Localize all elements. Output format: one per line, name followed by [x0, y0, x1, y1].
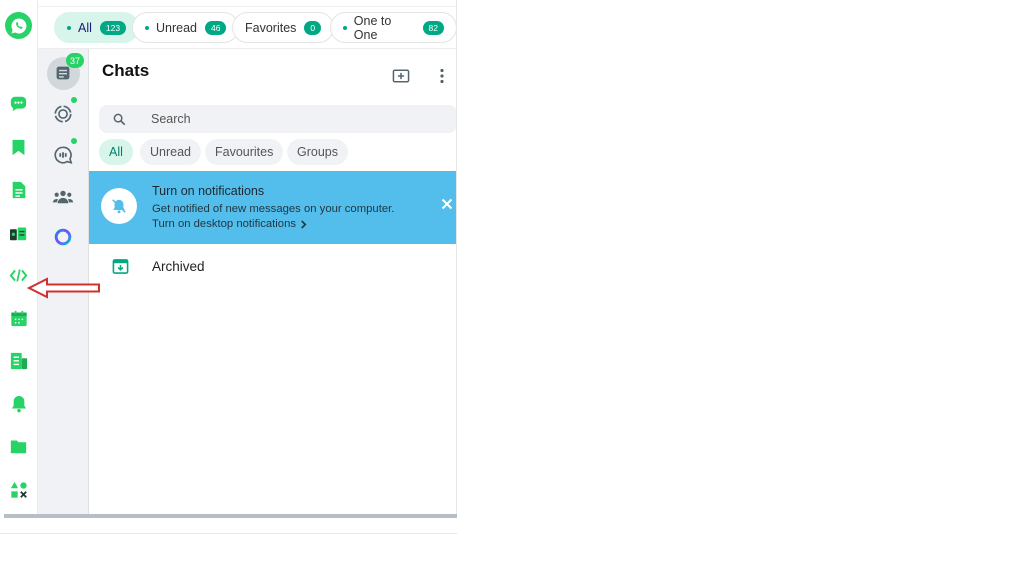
notification-link-label: Turn on desktop notifications	[152, 218, 297, 230]
filter-pill-count: 82	[422, 20, 444, 35]
chip-all[interactable]: All	[99, 139, 133, 165]
window-right-edge	[456, 0, 457, 515]
filter-dot	[145, 25, 149, 30]
archived-label: Archived	[152, 259, 205, 274]
new-chat-icon[interactable]	[391, 66, 411, 86]
shapes-icon[interactable]	[9, 480, 28, 499]
chat-bubble-icon[interactable]	[9, 94, 28, 113]
bell-off-icon	[101, 188, 137, 224]
document-icon[interactable]	[9, 180, 28, 199]
channels-icon[interactable]	[50, 142, 76, 168]
whatsapp-window: All 123 Unread 46 Favorites 0 One to One…	[0, 0, 457, 515]
bookmark-icon[interactable]	[9, 138, 28, 157]
communities-icon[interactable]	[50, 184, 76, 210]
filter-pill-count: 123	[99, 20, 127, 35]
filter-dot	[67, 25, 71, 30]
broadcast-icon[interactable]	[9, 224, 28, 243]
top-filter-bar: All 123 Unread 46 Favorites 0 One to One…	[38, 0, 457, 49]
report-icon[interactable]	[9, 351, 28, 370]
filter-pill-one-to-one[interactable]: One to One 82	[330, 12, 457, 43]
meta-ai-icon[interactable]	[50, 224, 76, 250]
chevron-right-icon	[301, 219, 307, 229]
status-new-dot	[71, 97, 77, 103]
left-rail	[0, 0, 38, 515]
filter-pill-label: All	[78, 20, 92, 35]
search-input[interactable]	[151, 112, 431, 126]
search-bar	[99, 105, 457, 133]
filter-pill-count: 0	[304, 20, 322, 35]
status-icon[interactable]	[50, 101, 76, 127]
archive-icon	[111, 257, 129, 275]
window-bottom-shadow	[4, 514, 457, 518]
bell-icon[interactable]	[9, 394, 28, 413]
calendar-icon[interactable]	[9, 309, 28, 328]
folder-icon[interactable]	[9, 437, 28, 456]
chip-favourites[interactable]: Favourites	[205, 139, 284, 165]
code-icon[interactable]	[9, 266, 28, 285]
bottom-divider	[0, 533, 457, 534]
top-divider	[38, 6, 457, 7]
filter-dot	[343, 25, 347, 30]
filter-pill-label: Favorites	[245, 20, 297, 35]
close-icon[interactable]	[440, 197, 454, 211]
archived-row[interactable]: Archived	[89, 249, 457, 283]
filter-pill-unread[interactable]: Unread 46	[132, 12, 240, 43]
filter-pill-all[interactable]: All 123	[54, 12, 140, 43]
notification-link[interactable]: Turn on desktop notifications	[152, 218, 307, 230]
channels-new-dot	[71, 138, 77, 144]
page-title: Chats	[102, 61, 150, 80]
menu-icon[interactable]	[432, 66, 452, 86]
notification-description: Get notified of new messages on your com…	[152, 203, 395, 215]
filter-pill-label: One to One	[353, 13, 392, 42]
chats-panel: Chats All Unread Favourites Groups Turn …	[89, 49, 457, 515]
chip-unread[interactable]: Unread	[140, 139, 201, 165]
notification-banner: Turn on notifications Get notified of ne…	[89, 171, 457, 244]
search-icon	[111, 111, 127, 127]
annotation-arrow-icon	[27, 277, 100, 299]
chip-groups[interactable]: Groups	[287, 139, 348, 165]
filter-pill-count: 46	[205, 20, 227, 35]
whatsapp-logo-icon[interactable]	[5, 12, 32, 39]
chats-unread-badge: 37	[66, 53, 84, 68]
filter-pill-favorites[interactable]: Favorites 0	[232, 12, 335, 43]
notification-title: Turn on notifications	[152, 184, 265, 198]
filter-pill-label: Unread	[156, 20, 197, 35]
